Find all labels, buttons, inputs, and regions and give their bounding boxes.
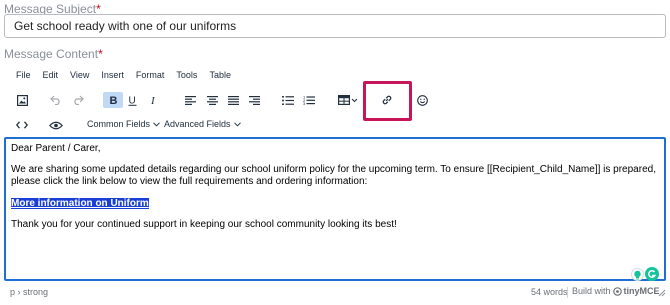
content-label: Message Content* xyxy=(4,47,103,61)
resize-handle-icon[interactable] xyxy=(658,289,666,297)
preview-icon[interactable] xyxy=(48,117,64,133)
intro-paragraph: We are sharing some updated details rega… xyxy=(11,164,656,187)
svg-text:B: B xyxy=(109,95,117,105)
menu-file[interactable]: File xyxy=(4,67,37,85)
subject-input[interactable]: Get school ready with one of our uniform… xyxy=(4,14,666,38)
element-path[interactable]: p › strong xyxy=(10,287,48,297)
content-label-text: Message Content xyxy=(4,47,99,61)
table-icon xyxy=(338,95,351,105)
uniform-link[interactable]: More information on Uniform xyxy=(11,198,149,209)
bold-icon: B xyxy=(109,95,117,105)
undo-icon[interactable] xyxy=(49,92,63,108)
editor-content-area[interactable]: Dear Parent / Carer, We are sharing some… xyxy=(4,137,666,281)
svg-text:U: U xyxy=(128,95,135,106)
grammar-checker-icon[interactable] xyxy=(645,267,659,281)
brand-name: tinyMCE xyxy=(623,286,660,296)
advanced-fields-label: Advanced Fields xyxy=(164,119,231,129)
statusbar-divider xyxy=(567,287,568,298)
menu-view[interactable]: View xyxy=(64,67,95,85)
editor-statusbar: p › strong 54 words Build with tinyMCE xyxy=(0,281,670,305)
menu-tools[interactable]: Tools xyxy=(170,67,203,85)
svg-text:3: 3 xyxy=(303,101,306,105)
bullet-list-icon[interactable] xyxy=(281,92,295,108)
common-fields-label: Common Fields xyxy=(87,119,151,129)
chevron-down-icon xyxy=(233,121,241,127)
powered-by[interactable]: Build with tinyMCE xyxy=(572,286,660,296)
tinymce-logo-icon xyxy=(612,286,622,296)
align-justify-icon[interactable] xyxy=(226,92,240,108)
table-button[interactable] xyxy=(336,92,360,108)
redo-icon[interactable] xyxy=(71,92,85,108)
menu-insert[interactable]: Insert xyxy=(95,67,130,85)
menu-format[interactable]: Format xyxy=(130,67,171,85)
common-fields-dropdown[interactable]: Common Fields xyxy=(87,117,160,131)
menu-edit[interactable]: Edit xyxy=(37,67,65,85)
bold-button[interactable]: B xyxy=(103,92,123,108)
underline-icon[interactable]: U xyxy=(125,92,139,108)
advanced-fields-dropdown[interactable]: Advanced Fields xyxy=(164,117,241,131)
build-prefix: Build with xyxy=(572,286,611,296)
align-right-icon[interactable] xyxy=(247,92,261,108)
link-button-highlight xyxy=(363,81,412,121)
image-icon[interactable] xyxy=(15,92,29,108)
rich-text-editor: File Edit View Insert Format Tools Table… xyxy=(4,61,666,305)
align-center-icon[interactable] xyxy=(205,92,219,108)
required-mark: * xyxy=(98,47,103,61)
svg-text:I: I xyxy=(150,95,156,105)
chevron-down-icon xyxy=(153,121,160,127)
editor-menubar: File Edit View Insert Format Tools Table xyxy=(4,67,237,85)
source-code-icon[interactable] xyxy=(15,117,29,133)
greeting-text: Dear Parent / Carer, xyxy=(11,143,101,154)
closing-paragraph: Thank you for your continued support in … xyxy=(11,219,397,230)
numbered-list-icon[interactable]: 123 xyxy=(302,92,316,108)
align-left-icon[interactable] xyxy=(183,92,197,108)
assistant-icon[interactable] xyxy=(631,268,644,281)
link-paragraph: More information on Uniform xyxy=(11,198,659,210)
emoji-icon[interactable] xyxy=(415,92,429,108)
word-count[interactable]: 54 words xyxy=(531,287,568,297)
menu-table[interactable]: Table xyxy=(203,67,237,85)
chevron-down-icon xyxy=(351,98,358,103)
italic-icon[interactable]: I xyxy=(147,92,161,108)
